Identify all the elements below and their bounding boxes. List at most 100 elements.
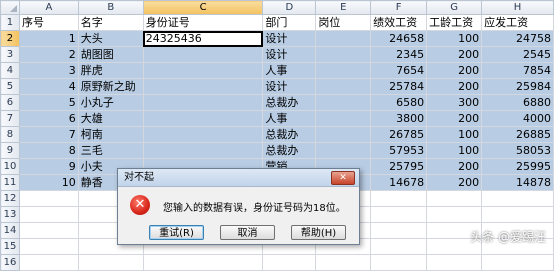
cell-c7[interactable] [142,110,264,127]
select-all-corner[interactable] [0,0,20,15]
cell-f12[interactable] [370,190,428,207]
column-header-d[interactable]: D [262,0,317,15]
cell-a10[interactable]: 9 [18,158,79,175]
cell-g9[interactable]: 100 [426,142,483,159]
cell-h13[interactable] [481,206,554,223]
cell-a12[interactable] [18,190,79,207]
row-header[interactable]: 13 [0,206,20,223]
row-header[interactable]: 6 [0,94,20,111]
cell-a7[interactable]: 6 [18,110,79,127]
cell-a6[interactable]: 5 [18,94,79,111]
cell-f7[interactable]: 3800 [370,110,428,127]
cell-f9[interactable]: 57953 [370,142,428,159]
cell-b5[interactable]: 原野新之助 [77,78,144,95]
cell-e6[interactable] [315,94,372,111]
cell-h5[interactable]: 25984 [481,78,554,95]
row-header[interactable]: 11 [0,174,20,191]
cell-h11[interactable]: 14878 [481,174,554,191]
cell-d3[interactable]: 设计 [262,46,317,63]
cell-h2[interactable]: 24758 [481,30,554,47]
cell-g7[interactable]: 200 [426,110,483,127]
cell-b8[interactable]: 柯南 [77,126,144,143]
cell-g8[interactable]: 100 [426,126,483,143]
cell-b6[interactable]: 小丸子 [77,94,144,111]
cell-c2[interactable]: 24325436 [142,30,264,47]
cell-e4[interactable] [315,62,372,79]
cell-e7[interactable] [315,110,372,127]
cell-a15[interactable] [18,238,79,255]
cancel-button[interactable]: 取消 [220,225,275,240]
cell-a1[interactable]: 序号 [18,14,79,31]
cell-f1[interactable]: 绩效工资 [370,14,428,31]
cell-b1[interactable]: 名字 [77,14,144,31]
cell-g6[interactable]: 300 [426,94,483,111]
cell-f10[interactable]: 25795 [370,158,428,175]
cell-b3[interactable]: 胡图图 [77,46,144,63]
cell-h10[interactable]: 25995 [481,158,554,175]
cell-e8[interactable] [315,126,372,143]
row-header[interactable]: 14 [0,222,20,239]
cell-g10[interactable]: 200 [426,158,483,175]
cell-f11[interactable]: 14678 [370,174,428,191]
cell-f8[interactable]: 26785 [370,126,428,143]
cell-b4[interactable]: 胖虎 [77,62,144,79]
cell-g11[interactable]: 200 [426,174,483,191]
cell-a13[interactable] [18,206,79,223]
cell-h1[interactable]: 应发工资 [481,14,554,31]
cell-c4[interactable] [142,62,264,79]
cell-a11[interactable]: 10 [18,174,79,191]
cell-b9[interactable]: 三毛 [77,142,144,159]
column-header-e[interactable]: E [315,0,372,15]
row-header[interactable]: 10 [0,158,20,175]
cell-d6[interactable]: 总裁办 [262,94,317,111]
close-button[interactable]: ✕ [331,171,355,185]
cell-a14[interactable] [18,222,79,239]
help-button[interactable]: 帮助(H) [291,225,346,240]
cell-a4[interactable]: 3 [18,62,79,79]
column-header-c[interactable]: C [142,0,264,15]
column-header-g[interactable]: G [426,0,483,15]
cell-c5[interactable] [142,78,264,95]
cell-f15[interactable] [370,238,428,255]
cell-e9[interactable] [315,142,372,159]
cell-f4[interactable]: 7654 [370,62,428,79]
cell-e2[interactable] [315,30,372,47]
cell-b16[interactable] [77,254,144,271]
cell-d4[interactable]: 人事 [262,62,317,79]
cell-g5[interactable]: 200 [426,78,483,95]
cell-f5[interactable]: 25784 [370,78,428,95]
column-header-f[interactable]: F [370,0,428,15]
cell-f2[interactable]: 24658 [370,30,428,47]
row-header[interactable]: 16 [0,254,20,271]
cell-h6[interactable]: 6880 [481,94,554,111]
cell-g4[interactable]: 200 [426,62,483,79]
retry-button[interactable]: 重试(R) [149,225,204,240]
row-header[interactable]: 15 [0,238,20,255]
cell-h4[interactable]: 7854 [481,62,554,79]
cell-d9[interactable]: 总裁办 [262,142,317,159]
cell-a8[interactable]: 7 [18,126,79,143]
cell-c16[interactable] [142,254,264,271]
cell-e5[interactable] [315,78,372,95]
cell-h3[interactable]: 2545 [481,46,554,63]
column-header-b[interactable]: B [77,0,144,15]
cell-c8[interactable] [142,126,264,143]
cell-a16[interactable] [18,254,79,271]
row-header[interactable]: 2 [0,30,20,47]
cell-f3[interactable]: 2345 [370,46,428,63]
cell-d16[interactable] [262,254,317,271]
cell-e3[interactable] [315,46,372,63]
cell-c9[interactable] [142,142,264,159]
cell-g2[interactable]: 100 [426,30,483,47]
cell-e16[interactable] [315,254,372,271]
cell-h9[interactable]: 58053 [481,142,554,159]
row-header[interactable]: 5 [0,78,20,95]
cell-e1[interactable]: 岗位 [315,14,372,31]
cell-c1[interactable]: 身份证号 [142,14,264,31]
cell-g12[interactable] [426,190,483,207]
cell-d8[interactable]: 总裁办 [262,126,317,143]
cell-d2[interactable]: 设计 [262,30,317,47]
cell-g3[interactable]: 200 [426,46,483,63]
column-header-h[interactable]: H [481,0,554,15]
cell-a3[interactable]: 2 [18,46,79,63]
